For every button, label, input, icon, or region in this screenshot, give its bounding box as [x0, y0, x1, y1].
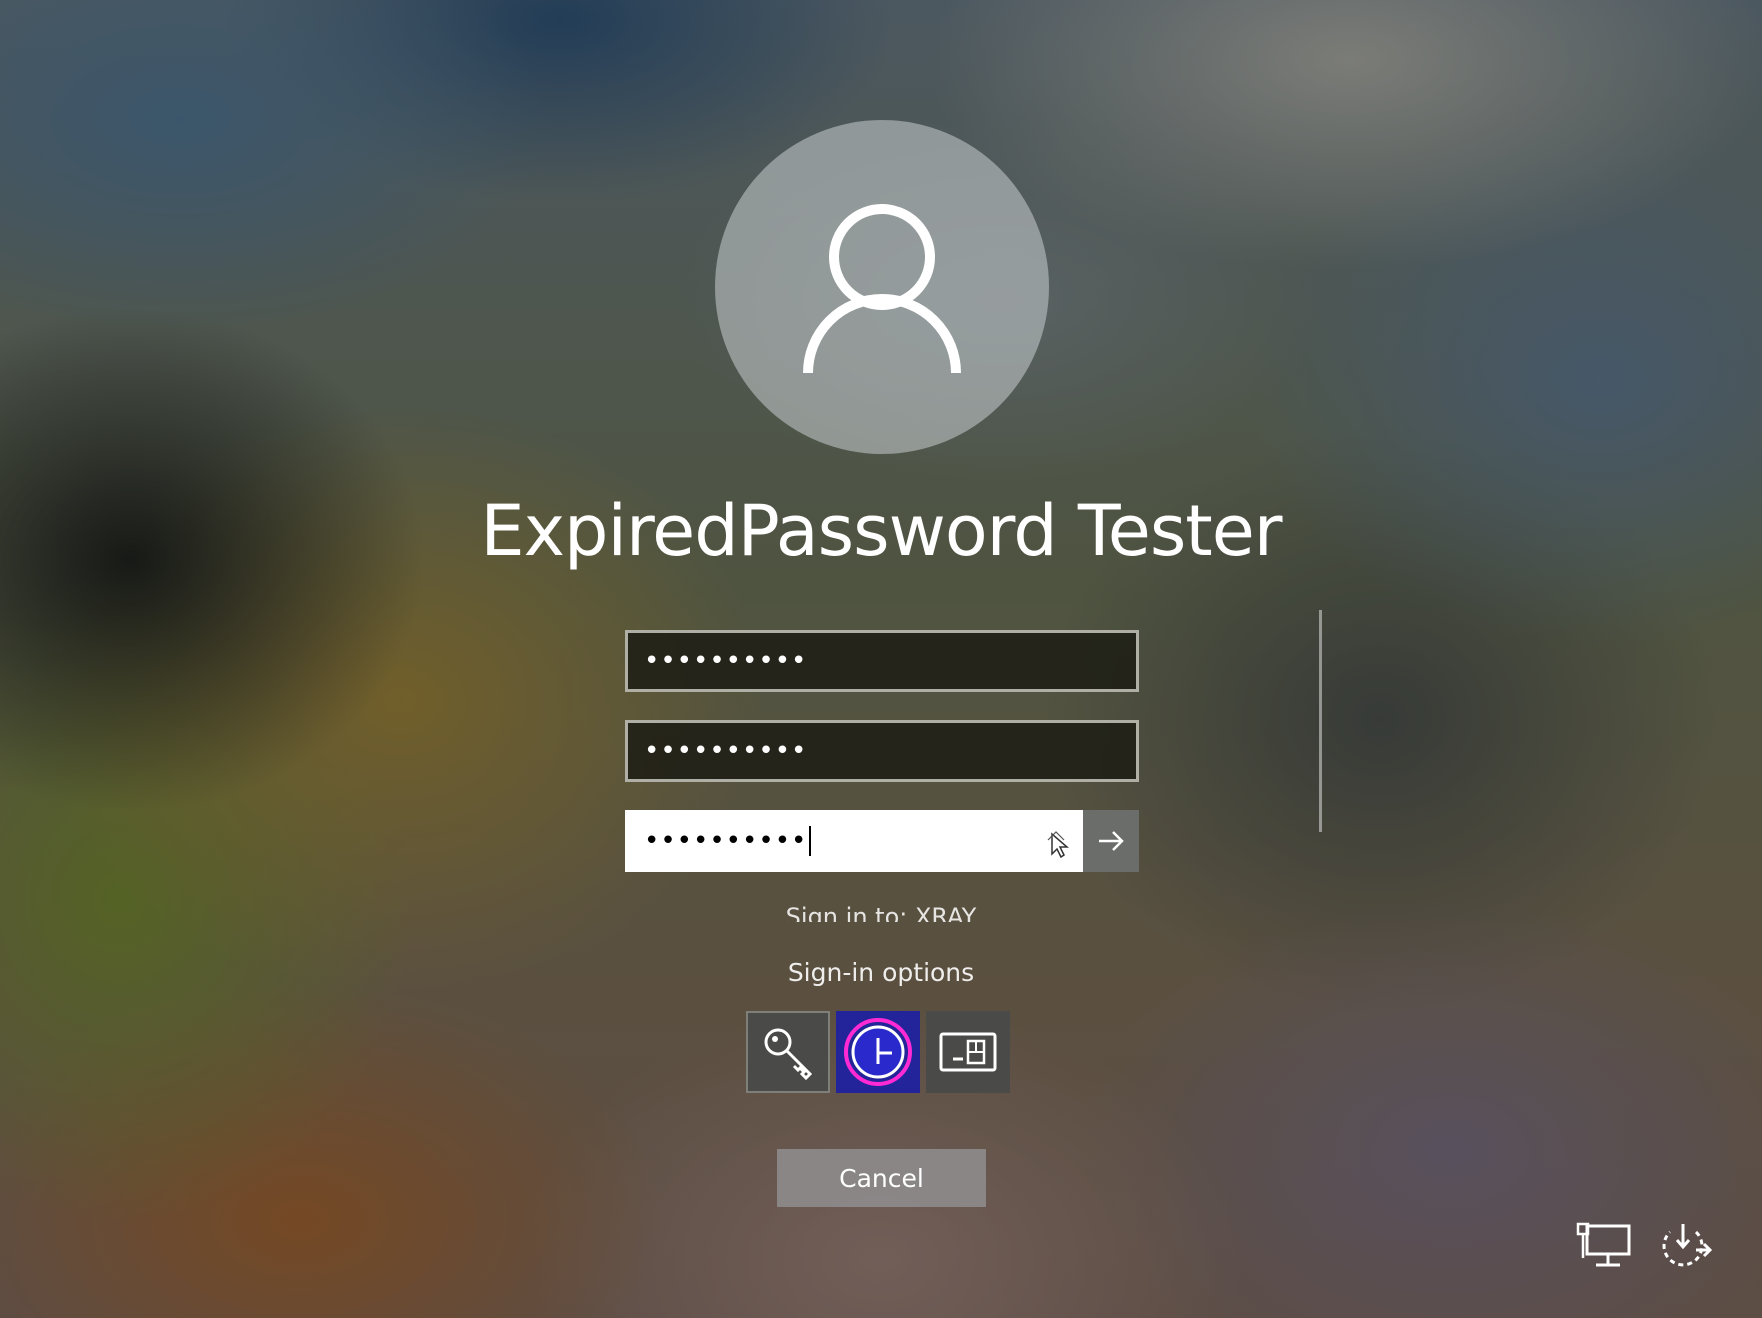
sign-in-option-password[interactable] [746, 1011, 830, 1093]
submit-button[interactable] [1083, 810, 1139, 872]
user-avatar-icon [803, 204, 961, 374]
sign-in-to-domain: Sign in to: XRAY [785, 903, 977, 922]
cancel-button[interactable]: Cancel [777, 1149, 986, 1207]
new-password-value: •••••••••• [644, 736, 808, 766]
user-display-name: ExpiredPassword Tester [480, 490, 1282, 572]
power-icon[interactable] [1656, 1222, 1712, 1272]
text-caret [809, 826, 812, 856]
sign-in-option-security-key[interactable] [836, 1011, 920, 1093]
old-password-field[interactable]: •••••••••• [625, 630, 1139, 692]
sign-in-option-smart-card[interactable] [926, 1011, 1010, 1093]
confirm-password-field[interactable]: •••••••••• [625, 810, 1139, 872]
mouse-cursor-icon [1047, 831, 1070, 859]
new-password-field[interactable]: •••••••••• [625, 720, 1139, 782]
key-icon [764, 1028, 813, 1081]
sign-in-options-link[interactable]: Sign-in options [0, 958, 1762, 987]
clock-icon [844, 1018, 912, 1086]
lock-screen: ExpiredPassword Tester •••••••••• ••••••… [0, 0, 1762, 1318]
old-password-value: •••••••••• [644, 646, 808, 676]
divider-line [1319, 610, 1322, 832]
user-avatar [715, 120, 1049, 454]
network-icon[interactable] [1574, 1222, 1634, 1272]
smart-card-icon [939, 1032, 997, 1072]
confirm-password-value: •••••••••• [644, 826, 808, 856]
arrow-right-icon [1099, 831, 1124, 851]
